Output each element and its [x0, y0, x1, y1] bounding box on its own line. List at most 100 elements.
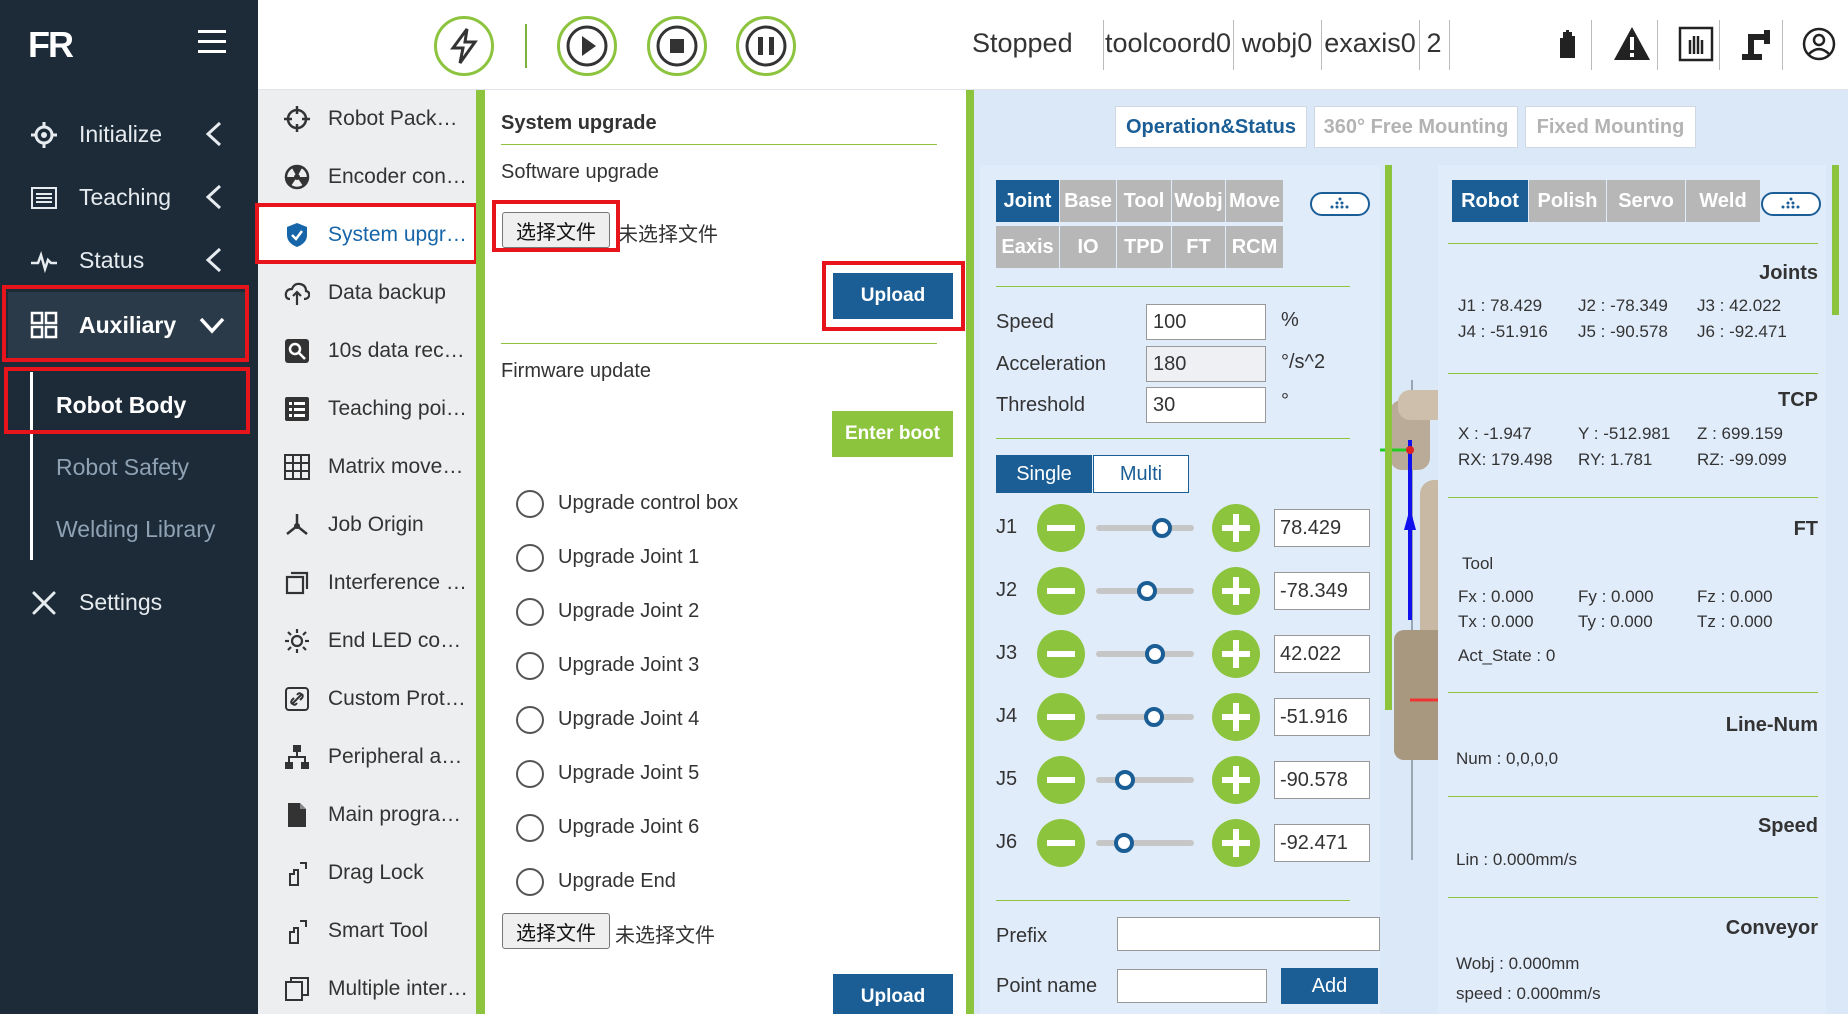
- robot-arm-icon[interactable]: [1736, 24, 1776, 64]
- radio-upgrade-joint-1[interactable]: [516, 544, 544, 572]
- mode-joint[interactable]: Joint: [996, 180, 1059, 222]
- menu-main-program[interactable]: Main progra…: [258, 786, 478, 844]
- joint-value-input[interactable]: 78.429: [1274, 509, 1370, 547]
- mode-move[interactable]: Move: [1226, 180, 1283, 222]
- wobj-coord[interactable]: wobj0: [1234, 28, 1320, 59]
- stop-button[interactable]: [647, 16, 707, 76]
- nav-settings[interactable]: Settings: [0, 572, 258, 632]
- status-expand-toggle[interactable]: [1761, 192, 1821, 216]
- single-mode-button[interactable]: Single: [996, 455, 1092, 493]
- menu-drag-lock[interactable]: Drag Lock: [258, 844, 478, 902]
- tab-free-mounting[interactable]: 360° Free Mounting: [1314, 106, 1518, 148]
- joint-increase-button[interactable]: [1212, 693, 1260, 741]
- radio-upgrade-joint-5[interactable]: [516, 760, 544, 788]
- joint-slider-knob[interactable]: [1144, 644, 1165, 664]
- menu-interference[interactable]: Interference …: [258, 554, 478, 612]
- joint-value-input[interactable]: -90.578: [1274, 761, 1370, 799]
- menu-teaching-points[interactable]: Teaching poi…: [258, 380, 478, 438]
- point-name-input[interactable]: [1117, 969, 1267, 1003]
- exaxis-coord[interactable]: exaxis0: [1322, 28, 1418, 59]
- pause-button[interactable]: [736, 16, 796, 76]
- menu-smart-tool[interactable]: Smart Tool: [258, 902, 478, 960]
- joint-decrease-button[interactable]: [1037, 504, 1085, 552]
- joint-slider-track[interactable]: [1096, 840, 1194, 846]
- joint-increase-button[interactable]: [1212, 567, 1260, 615]
- choose-file-button-2[interactable]: 选择文件: [502, 913, 610, 949]
- expand-toggle[interactable]: [1310, 192, 1370, 216]
- add-point-button[interactable]: Add: [1281, 968, 1378, 1004]
- prefix-input[interactable]: [1117, 917, 1380, 951]
- menu-system-upgrade[interactable]: System upgr…: [258, 206, 478, 264]
- enable-button[interactable]: [434, 16, 494, 76]
- radio-upgrade-end[interactable]: [516, 868, 544, 896]
- status-tab-robot[interactable]: Robot: [1452, 180, 1528, 222]
- mode-base[interactable]: Base: [1060, 180, 1116, 222]
- menu-robot-pack[interactable]: Robot Pack…: [258, 90, 478, 148]
- mode-ft[interactable]: FT: [1172, 226, 1225, 268]
- menu-custom-protocol[interactable]: Custom Prot…: [258, 670, 478, 728]
- speed-input[interactable]: 100: [1146, 304, 1266, 340]
- upload-button-2[interactable]: Upload: [833, 974, 953, 1014]
- radio-upgrade-control-box[interactable]: [516, 490, 544, 518]
- tool-coord[interactable]: toolcoord0: [1104, 28, 1232, 59]
- mode-io[interactable]: IO: [1060, 226, 1116, 268]
- status-scrollbar[interactable]: [1832, 165, 1839, 315]
- enter-boot-button[interactable]: Enter boot: [832, 411, 953, 457]
- status-tab-weld[interactable]: Weld: [1686, 180, 1760, 222]
- joint-increase-button[interactable]: [1212, 819, 1260, 867]
- menu-10s-data[interactable]: 10s data rec…: [258, 322, 478, 380]
- mode-tpd[interactable]: TPD: [1117, 226, 1171, 268]
- menu-peripheral[interactable]: Peripheral a…: [258, 728, 478, 786]
- joint-decrease-button[interactable]: [1037, 693, 1085, 741]
- joint-decrease-button[interactable]: [1037, 756, 1085, 804]
- radio-upgrade-joint-2[interactable]: [516, 598, 544, 626]
- hand-icon[interactable]: [1548, 24, 1588, 64]
- joint-slider-knob[interactable]: [1115, 770, 1136, 790]
- menu-encoder[interactable]: Encoder con…: [258, 148, 478, 206]
- nav-initialize[interactable]: Initialize: [0, 104, 258, 164]
- joint-slider-track[interactable]: [1096, 525, 1194, 531]
- user-icon[interactable]: [1799, 24, 1839, 64]
- control-scrollbar[interactable]: [1385, 165, 1392, 710]
- drag-hand-icon[interactable]: [1676, 24, 1716, 64]
- menu-data-backup[interactable]: Data backup: [258, 264, 478, 322]
- subnav-welding-library[interactable]: Welding Library: [56, 516, 215, 543]
- joint-decrease-button[interactable]: [1037, 630, 1085, 678]
- joint-slider-track[interactable]: [1096, 777, 1194, 783]
- upload-button[interactable]: Upload: [833, 273, 953, 319]
- mode-tool[interactable]: Tool: [1117, 180, 1171, 222]
- joint-slider-knob[interactable]: [1143, 707, 1164, 727]
- mode-eaxis[interactable]: Eaxis: [996, 226, 1059, 268]
- mode-rcm[interactable]: RCM: [1226, 226, 1283, 268]
- mode-wobj[interactable]: Wobj: [1172, 180, 1225, 222]
- multi-mode-button[interactable]: Multi: [1093, 455, 1189, 493]
- menu-multiple-inter[interactable]: Multiple inter…: [258, 960, 478, 1014]
- joint-slider-knob[interactable]: [1151, 518, 1172, 538]
- joint-slider-knob[interactable]: [1114, 833, 1135, 853]
- status-tab-polish[interactable]: Polish: [1529, 180, 1606, 222]
- joint-increase-button[interactable]: [1212, 630, 1260, 678]
- subnav-robot-safety[interactable]: Robot Safety: [56, 454, 189, 481]
- joint-value-input[interactable]: 42.022: [1274, 635, 1370, 673]
- joint-value-input[interactable]: -92.471: [1274, 824, 1370, 862]
- menu-matrix-move[interactable]: Matrix move…: [258, 438, 478, 496]
- threshold-input[interactable]: 30: [1146, 387, 1266, 423]
- hamburger-menu-icon[interactable]: [198, 30, 226, 54]
- play-button[interactable]: [557, 16, 617, 76]
- joint-decrease-button[interactable]: [1037, 567, 1085, 615]
- nav-auxiliary[interactable]: Auxiliary: [8, 292, 246, 358]
- tab-fixed-mounting[interactable]: Fixed Mounting: [1525, 106, 1696, 148]
- tab-operation-status[interactable]: Operation&Status: [1115, 106, 1307, 148]
- nav-teaching[interactable]: Teaching: [0, 167, 258, 227]
- radio-upgrade-joint-4[interactable]: [516, 706, 544, 734]
- joint-slider-knob[interactable]: [1136, 581, 1157, 601]
- joint-increase-button[interactable]: [1212, 756, 1260, 804]
- joint-value-input[interactable]: -51.916: [1274, 698, 1370, 736]
- nav-status[interactable]: Status: [0, 230, 258, 290]
- status-tab-servo[interactable]: Servo: [1607, 180, 1685, 222]
- warning-icon[interactable]: [1612, 24, 1652, 64]
- panel-scrollbar[interactable]: [966, 90, 974, 1014]
- menu-scrollbar[interactable]: [476, 90, 485, 1014]
- joint-increase-button[interactable]: [1212, 504, 1260, 552]
- radio-upgrade-joint-6[interactable]: [516, 814, 544, 842]
